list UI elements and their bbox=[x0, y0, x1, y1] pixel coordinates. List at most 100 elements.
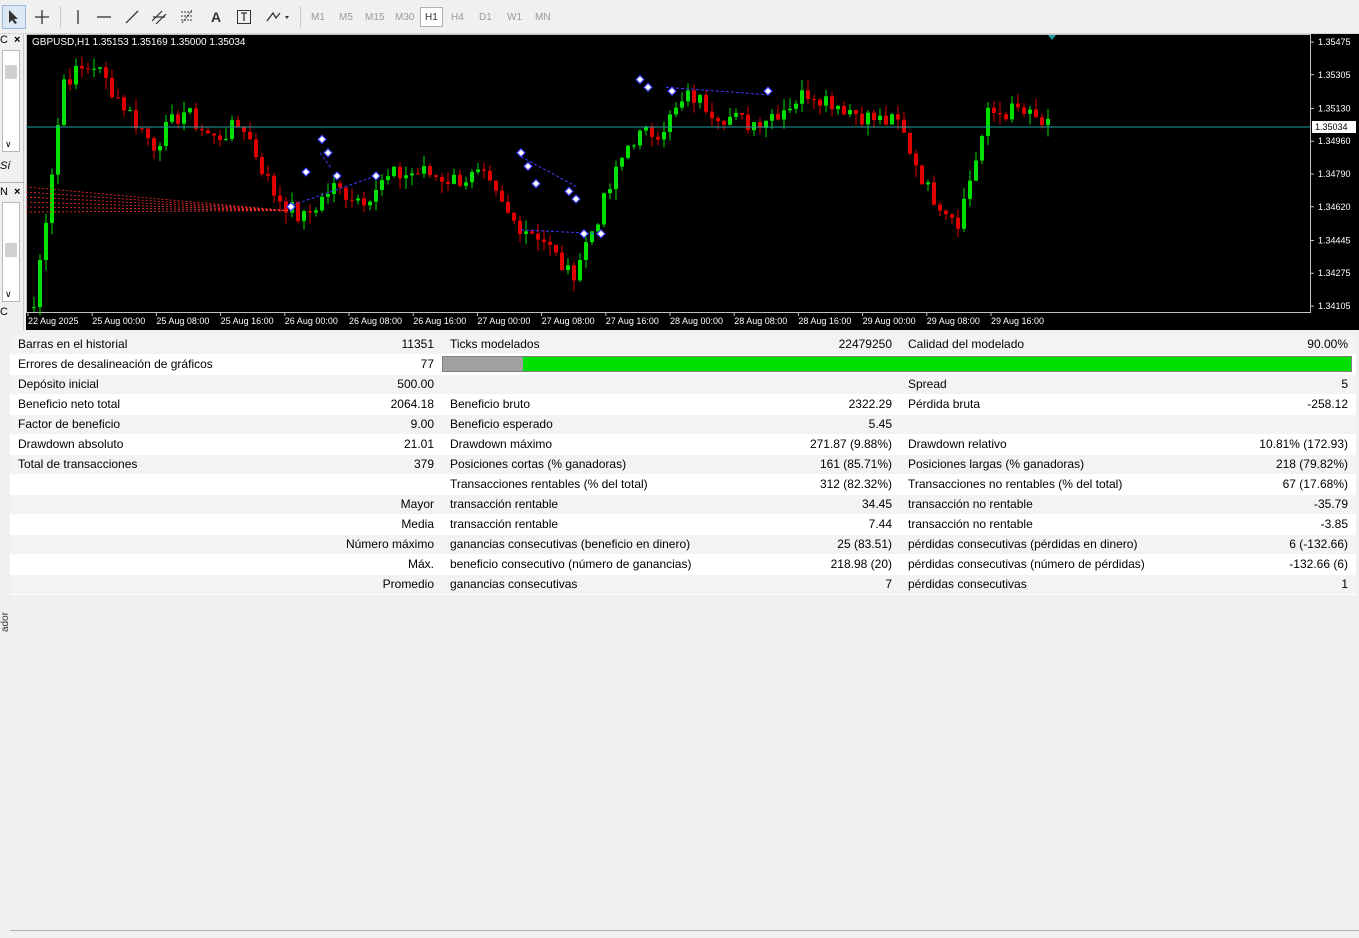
report-cell: Promedio bbox=[218, 574, 442, 595]
report-cell: 7 bbox=[720, 574, 900, 595]
text-icon[interactable]: A bbox=[204, 5, 228, 29]
time-tick-label: 27 Aug 00:00 bbox=[477, 316, 530, 326]
fibonacci-icon[interactable] bbox=[176, 5, 200, 29]
candle-body bbox=[1028, 109, 1032, 114]
candle-body bbox=[830, 96, 834, 110]
candle-body bbox=[446, 181, 450, 184]
report-cell: Número máximo bbox=[218, 534, 442, 555]
candle-body bbox=[1034, 109, 1038, 118]
price-chart[interactable]: GBPUSD,H1 1.35153 1.35169 1.35000 1.3503… bbox=[26, 34, 1359, 330]
price-tick-label: 1.34105 bbox=[1318, 301, 1351, 311]
time-tick-label: 26 Aug 00:00 bbox=[285, 316, 338, 326]
candle-body bbox=[584, 242, 588, 261]
report-cell: transacción no rentable bbox=[900, 494, 1154, 515]
timeframe-mn[interactable]: MN bbox=[530, 7, 556, 27]
report-cell: transacción no rentable bbox=[900, 514, 1154, 535]
candle-body bbox=[806, 90, 810, 100]
candle-body bbox=[320, 196, 324, 211]
candle-body bbox=[254, 139, 258, 158]
panel-scroll-area[interactable]: ∨ bbox=[2, 50, 20, 152]
chevron-down-icon[interactable]: ∨ bbox=[5, 139, 12, 150]
table-row: Promedio ganancias consecutivas 7 pérdidas … bbox=[10, 574, 1356, 595]
trend-line-icon[interactable] bbox=[120, 5, 144, 29]
time-tick-label: 22 Aug 2025 bbox=[28, 316, 79, 326]
crosshair-icon[interactable] bbox=[30, 5, 54, 29]
timeframe-h1[interactable]: H1 bbox=[420, 7, 443, 27]
candle-body bbox=[836, 105, 840, 110]
equidistant-channel-icon[interactable] bbox=[148, 5, 172, 29]
report-cell: transacción rentable bbox=[442, 514, 720, 535]
table-row: Barras en el historial 11351 Ticks modelad… bbox=[10, 334, 1356, 355]
timeframe-m1[interactable]: M1 bbox=[306, 7, 330, 27]
close-icon[interactable]: × bbox=[14, 186, 20, 198]
close-icon[interactable]: × bbox=[14, 34, 20, 46]
horizontal-line-icon[interactable] bbox=[92, 5, 116, 29]
timeframe-w1[interactable]: W1 bbox=[502, 7, 527, 27]
candle-body bbox=[500, 190, 504, 202]
report-cell bbox=[218, 474, 442, 495]
report-cell: Media bbox=[218, 514, 442, 535]
candle-body bbox=[938, 204, 942, 211]
report-cell: 90.00% bbox=[1154, 334, 1356, 355]
candle-body bbox=[980, 136, 984, 161]
cursor-icon[interactable] bbox=[2, 5, 26, 29]
candle-body bbox=[656, 136, 660, 140]
report-cell: Posiciones cortas (% ganadoras) bbox=[442, 454, 720, 475]
report-cell: Beneficio bruto bbox=[442, 394, 720, 415]
scroll-thumb[interactable] bbox=[5, 65, 17, 79]
scroll-thumb[interactable] bbox=[5, 243, 17, 257]
candle-body bbox=[740, 113, 744, 115]
candle-body bbox=[974, 160, 978, 181]
candle-body bbox=[110, 77, 114, 98]
trade-marker bbox=[323, 147, 333, 158]
candle-body bbox=[854, 109, 858, 114]
tester-label: ador bbox=[0, 612, 11, 633]
timeframe-d1[interactable]: D1 bbox=[474, 7, 497, 27]
candle-body bbox=[632, 145, 636, 147]
table-row: Errores de desalineación de gráficos 77 bbox=[10, 354, 1356, 375]
arrows-icon[interactable] bbox=[262, 5, 292, 29]
timeframe-m30[interactable]: M30 bbox=[390, 7, 419, 27]
timeframe-m5[interactable]: M5 bbox=[334, 7, 358, 27]
timeframe-h4[interactable]: H4 bbox=[446, 7, 469, 27]
candle-body bbox=[986, 107, 990, 137]
report-cell: -3.85 bbox=[1154, 514, 1356, 535]
candle-body bbox=[482, 169, 486, 171]
candle-body bbox=[242, 127, 246, 132]
time-tick-label: 28 Aug 08:00 bbox=[734, 316, 787, 326]
price-tick-label: 1.34275 bbox=[1318, 268, 1351, 278]
candle-body bbox=[464, 182, 468, 186]
candle-body bbox=[626, 145, 630, 158]
table-row: Beneficio neto total 2064.18 Beneficio bru… bbox=[10, 394, 1356, 415]
trade-marker bbox=[579, 228, 589, 239]
report-cell bbox=[10, 554, 218, 575]
modeling-quality-bar bbox=[442, 354, 1356, 375]
report-cell: Factor de beneficio bbox=[10, 414, 218, 435]
time-tick-label: 28 Aug 00:00 bbox=[670, 316, 723, 326]
price-tick-label: 1.35130 bbox=[1318, 103, 1351, 113]
candle-body bbox=[932, 182, 936, 205]
report-cell: Transacciones no rentables (% del total) bbox=[900, 474, 1154, 495]
report-cell bbox=[720, 374, 900, 395]
candle-body bbox=[950, 214, 954, 218]
candle-body bbox=[176, 114, 180, 124]
panel-scroll-area[interactable]: ∨ bbox=[2, 202, 20, 302]
price-chart-canvas[interactable]: GBPUSD,H1 1.35153 1.35169 1.35000 1.3503… bbox=[26, 34, 1359, 330]
report-cell: 218.98 (20) bbox=[720, 554, 900, 575]
candle-body bbox=[536, 233, 540, 240]
chevron-down-icon[interactable]: ∨ bbox=[5, 289, 12, 300]
candle-body bbox=[1004, 114, 1008, 120]
report-cell: pérdidas consecutivas (pérdidas en diner… bbox=[900, 534, 1154, 555]
candle-body bbox=[770, 114, 774, 121]
candle-body bbox=[566, 265, 570, 271]
candle-body bbox=[668, 114, 672, 133]
text-label-icon[interactable] bbox=[232, 5, 256, 29]
candle-body bbox=[1010, 103, 1014, 120]
candle-body bbox=[794, 103, 798, 109]
vertical-line-icon[interactable] bbox=[66, 5, 90, 29]
report-cell: Depósito inicial bbox=[10, 374, 218, 395]
report-cell: 2064.18 bbox=[218, 394, 442, 415]
report-cell: 25 (83.51) bbox=[720, 534, 900, 555]
timeframe-m15[interactable]: M15 bbox=[360, 7, 389, 27]
candle-body bbox=[674, 107, 678, 115]
